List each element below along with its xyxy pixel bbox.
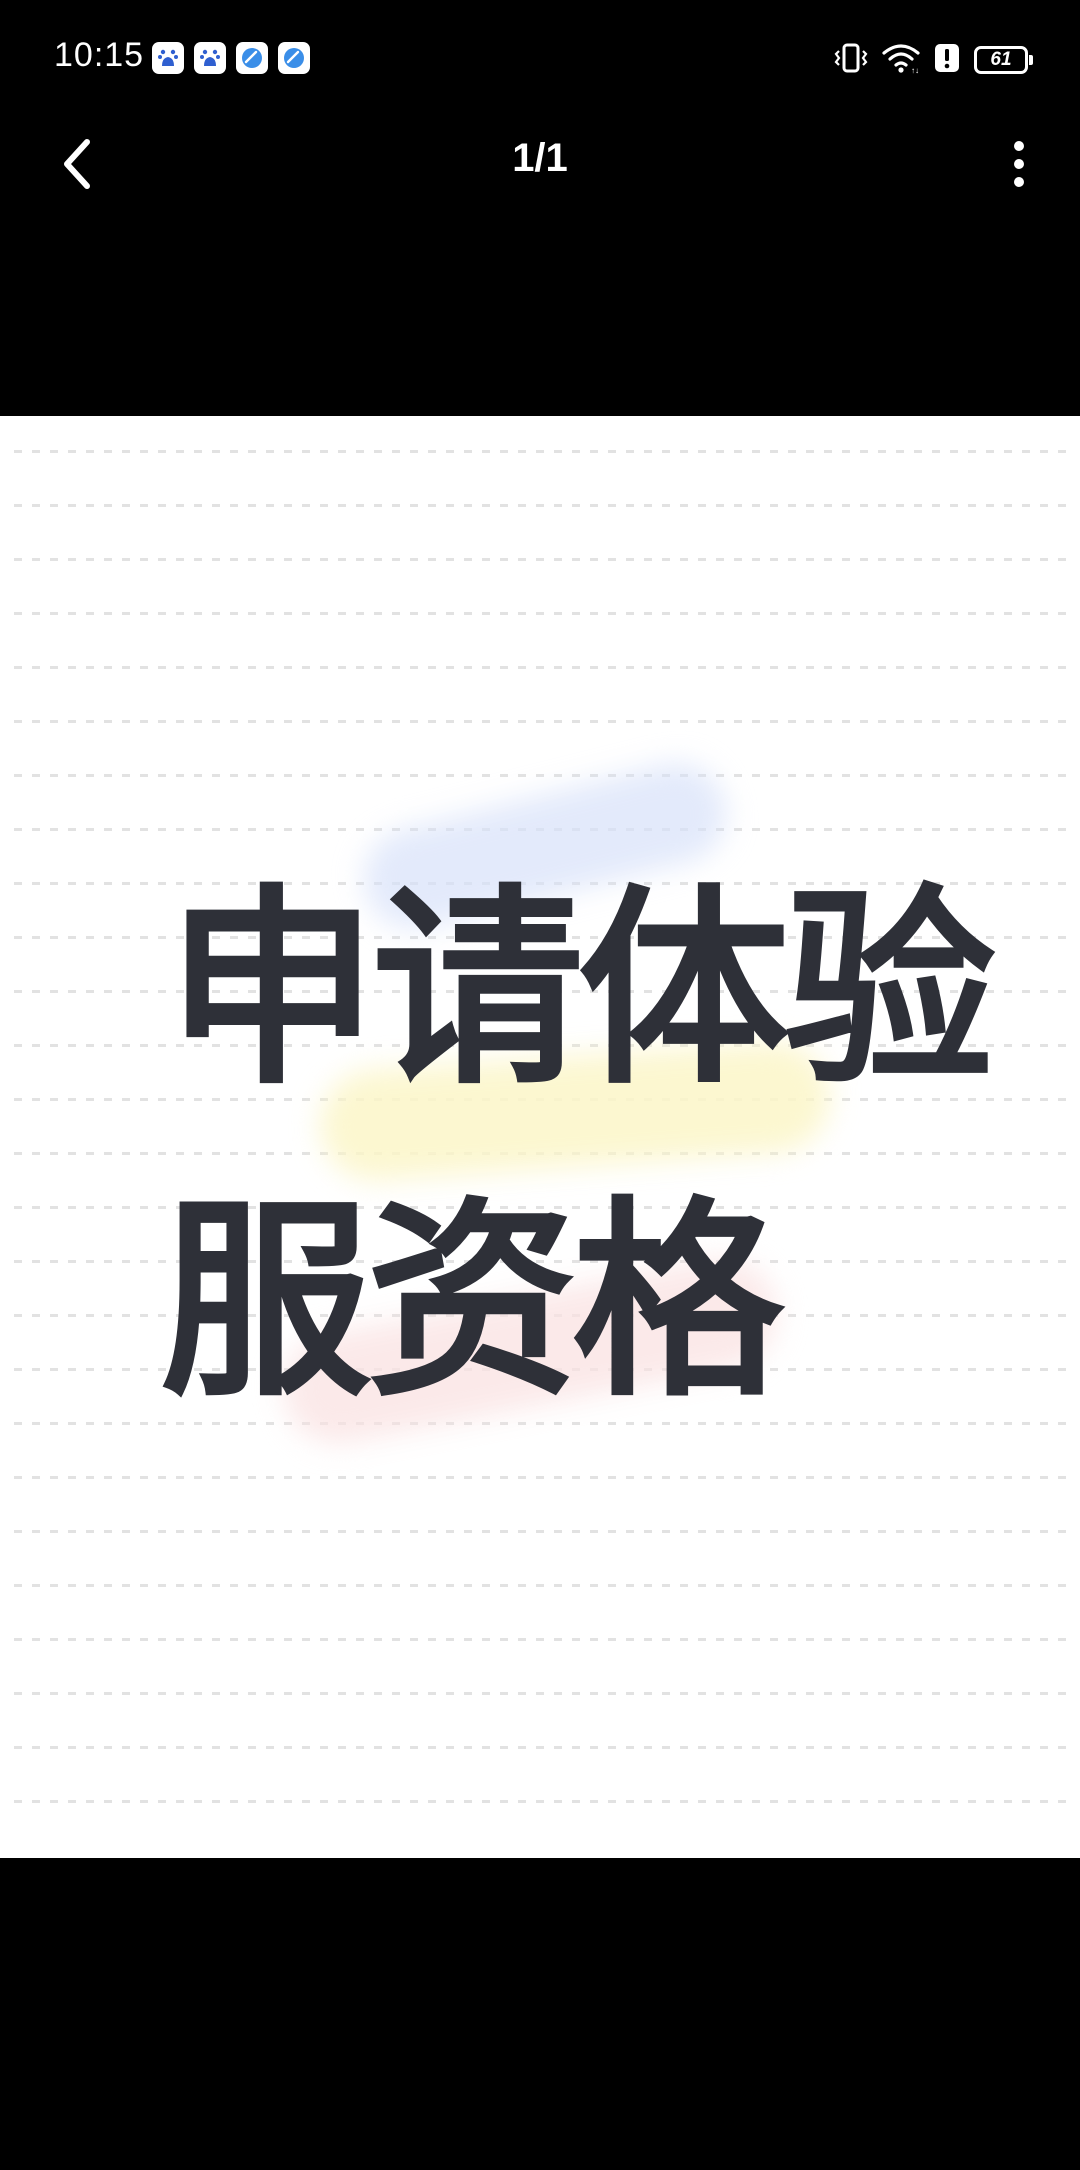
dotted-line <box>14 1584 1066 1587</box>
dotted-line <box>14 720 1066 723</box>
headline-line-1: 申请体验 <box>166 866 996 1113</box>
dotted-line <box>14 1692 1066 1695</box>
dotted-line <box>14 450 1066 453</box>
system-status-icons: ↑↓ 61 <box>834 42 1033 78</box>
vibrate-icon <box>834 42 868 78</box>
dotted-line <box>14 504 1066 507</box>
battery-level: 61 <box>990 49 1012 70</box>
dotted-line <box>14 558 1066 561</box>
more-vertical-icon <box>1014 141 1024 187</box>
notification-icons <box>152 42 310 74</box>
baidu-app-icon <box>194 42 226 74</box>
dotted-line <box>14 1476 1066 1479</box>
dotted-line <box>14 1800 1066 1803</box>
dotted-line <box>14 774 1066 777</box>
viewer-toolbar: 1/1 <box>0 120 1080 200</box>
blue-app-icon <box>236 42 268 74</box>
dotted-line <box>14 612 1066 615</box>
dotted-line <box>14 666 1066 669</box>
page-counter: 1/1 <box>512 136 568 180</box>
alert-icon <box>934 42 960 78</box>
baidu-app-icon <box>152 42 184 74</box>
headline-line-2: 服资格 <box>160 1178 784 1425</box>
status-time: 10:15 <box>54 36 145 74</box>
image-viewer-screen: 10:15 ↑↓ 61 1/1 申请体验 服资格 <box>0 0 1080 2170</box>
displayed-image[interactable]: 申请体验 服资格 <box>0 416 1080 1858</box>
status-bar: 10:15 ↑↓ 61 <box>0 0 1080 120</box>
dotted-line <box>14 1530 1066 1533</box>
dotted-line <box>14 1746 1066 1749</box>
wifi-icon: ↑↓ <box>882 42 920 78</box>
blue-app-icon <box>278 42 310 74</box>
dotted-line <box>14 1638 1066 1641</box>
more-button[interactable] <box>994 134 1044 194</box>
battery-icon: 61 <box>974 46 1033 74</box>
svg-text:↑↓: ↑↓ <box>911 66 919 74</box>
